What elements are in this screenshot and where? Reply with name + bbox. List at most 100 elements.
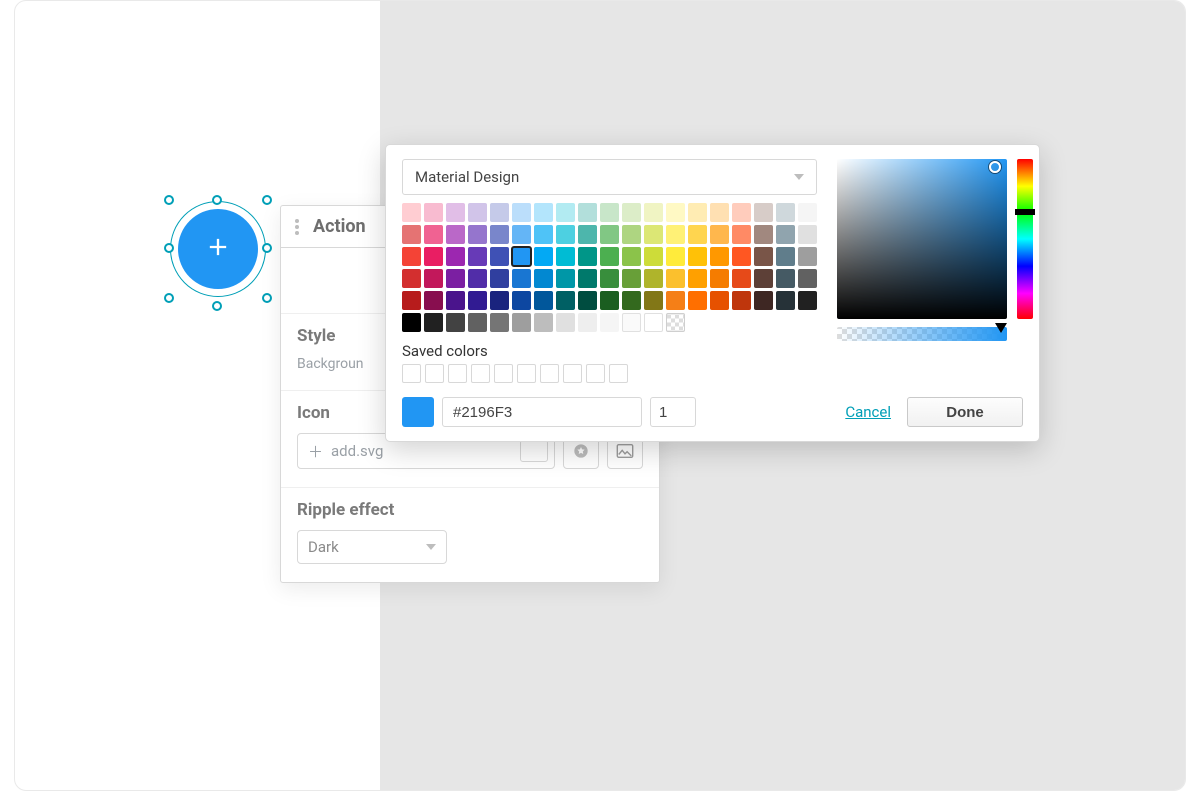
color-swatch[interactable] bbox=[424, 269, 443, 288]
saved-color-slot[interactable] bbox=[494, 364, 513, 383]
color-swatch[interactable] bbox=[710, 291, 729, 310]
color-swatch[interactable] bbox=[666, 225, 685, 244]
color-swatch[interactable] bbox=[446, 247, 465, 266]
color-swatch[interactable] bbox=[402, 247, 421, 266]
alpha-slider[interactable] bbox=[837, 327, 1007, 341]
color-swatch[interactable] bbox=[534, 225, 553, 244]
color-swatch[interactable] bbox=[468, 269, 487, 288]
color-swatch[interactable] bbox=[512, 313, 531, 332]
color-swatch[interactable] bbox=[776, 291, 795, 310]
color-swatch[interactable] bbox=[512, 269, 531, 288]
color-swatch[interactable] bbox=[754, 247, 773, 266]
color-swatch[interactable] bbox=[578, 247, 597, 266]
color-swatch[interactable] bbox=[622, 225, 641, 244]
color-swatch[interactable] bbox=[490, 269, 509, 288]
color-swatch[interactable] bbox=[556, 313, 575, 332]
color-swatch[interactable] bbox=[666, 269, 685, 288]
color-swatch[interactable] bbox=[600, 225, 619, 244]
saved-color-slot[interactable] bbox=[471, 364, 490, 383]
sv-indicator[interactable] bbox=[989, 161, 1001, 173]
color-swatch[interactable] bbox=[490, 225, 509, 244]
color-swatch[interactable] bbox=[754, 225, 773, 244]
color-swatch[interactable] bbox=[644, 269, 663, 288]
color-swatch[interactable] bbox=[402, 203, 421, 222]
color-swatch[interactable] bbox=[534, 247, 553, 266]
color-swatch[interactable] bbox=[622, 291, 641, 310]
color-swatch[interactable] bbox=[512, 225, 531, 244]
color-swatch[interactable] bbox=[468, 225, 487, 244]
color-swatch[interactable] bbox=[666, 313, 685, 332]
color-swatch[interactable] bbox=[688, 247, 707, 266]
color-swatch[interactable] bbox=[446, 225, 465, 244]
color-swatch[interactable] bbox=[446, 291, 465, 310]
color-swatch[interactable] bbox=[688, 291, 707, 310]
color-swatch[interactable] bbox=[666, 247, 685, 266]
drag-handle-icon[interactable] bbox=[289, 219, 305, 235]
color-swatch[interactable] bbox=[798, 247, 817, 266]
color-swatch[interactable] bbox=[402, 291, 421, 310]
color-swatch[interactable] bbox=[556, 269, 575, 288]
color-swatch[interactable] bbox=[534, 291, 553, 310]
color-swatch[interactable] bbox=[446, 269, 465, 288]
color-swatch[interactable] bbox=[424, 203, 443, 222]
color-swatch[interactable] bbox=[600, 269, 619, 288]
resize-handle-bl[interactable] bbox=[164, 293, 174, 303]
palette-select[interactable]: Material Design bbox=[402, 159, 817, 195]
saved-color-slot[interactable] bbox=[586, 364, 605, 383]
color-swatch[interactable] bbox=[556, 203, 575, 222]
color-swatch[interactable] bbox=[512, 247, 531, 266]
color-swatch[interactable] bbox=[798, 225, 817, 244]
color-swatch[interactable] bbox=[468, 291, 487, 310]
saved-color-slot[interactable] bbox=[425, 364, 444, 383]
resize-handle-b[interactable] bbox=[212, 301, 222, 311]
color-swatch[interactable] bbox=[776, 203, 795, 222]
color-swatch[interactable] bbox=[600, 247, 619, 266]
color-swatch[interactable] bbox=[710, 225, 729, 244]
color-swatch[interactable] bbox=[468, 203, 487, 222]
color-swatch[interactable] bbox=[644, 313, 663, 332]
color-swatch[interactable] bbox=[512, 291, 531, 310]
color-swatch[interactable] bbox=[644, 225, 663, 244]
color-swatch[interactable] bbox=[446, 313, 465, 332]
color-swatch[interactable] bbox=[600, 291, 619, 310]
saved-color-slot[interactable] bbox=[517, 364, 536, 383]
alpha-thumb[interactable] bbox=[995, 323, 1007, 333]
color-swatch[interactable] bbox=[534, 313, 553, 332]
resize-handle-t[interactable] bbox=[212, 195, 222, 205]
color-swatch[interactable] bbox=[644, 291, 663, 310]
color-swatch[interactable] bbox=[468, 247, 487, 266]
color-swatch[interactable] bbox=[732, 291, 751, 310]
color-swatch[interactable] bbox=[534, 269, 553, 288]
color-swatch[interactable] bbox=[578, 313, 597, 332]
alpha-input[interactable] bbox=[650, 397, 696, 427]
color-swatch[interactable] bbox=[600, 203, 619, 222]
color-swatch[interactable] bbox=[512, 203, 531, 222]
color-swatch[interactable] bbox=[424, 291, 443, 310]
color-swatch[interactable] bbox=[732, 203, 751, 222]
color-swatch[interactable] bbox=[688, 269, 707, 288]
color-swatch[interactable] bbox=[468, 313, 487, 332]
done-button[interactable]: Done bbox=[907, 397, 1023, 427]
color-swatch[interactable] bbox=[666, 203, 685, 222]
color-swatch[interactable] bbox=[710, 269, 729, 288]
color-swatch[interactable] bbox=[490, 313, 509, 332]
saved-color-slot[interactable] bbox=[448, 364, 467, 383]
saved-color-slot[interactable] bbox=[609, 364, 628, 383]
color-swatch[interactable] bbox=[798, 269, 817, 288]
color-swatch[interactable] bbox=[732, 247, 751, 266]
color-swatch[interactable] bbox=[622, 269, 641, 288]
color-swatch[interactable] bbox=[622, 203, 641, 222]
color-swatch[interactable] bbox=[732, 225, 751, 244]
color-swatch[interactable] bbox=[798, 203, 817, 222]
color-swatch[interactable] bbox=[754, 269, 773, 288]
saved-color-slot[interactable] bbox=[402, 364, 421, 383]
resize-handle-br[interactable] bbox=[262, 293, 272, 303]
color-swatch[interactable] bbox=[776, 247, 795, 266]
hue-slider[interactable] bbox=[1017, 159, 1033, 319]
color-swatch[interactable] bbox=[490, 203, 509, 222]
color-swatch[interactable] bbox=[710, 247, 729, 266]
selected-element[interactable] bbox=[170, 201, 266, 297]
color-swatch[interactable] bbox=[776, 269, 795, 288]
color-swatch[interactable] bbox=[798, 291, 817, 310]
color-swatch[interactable] bbox=[688, 203, 707, 222]
